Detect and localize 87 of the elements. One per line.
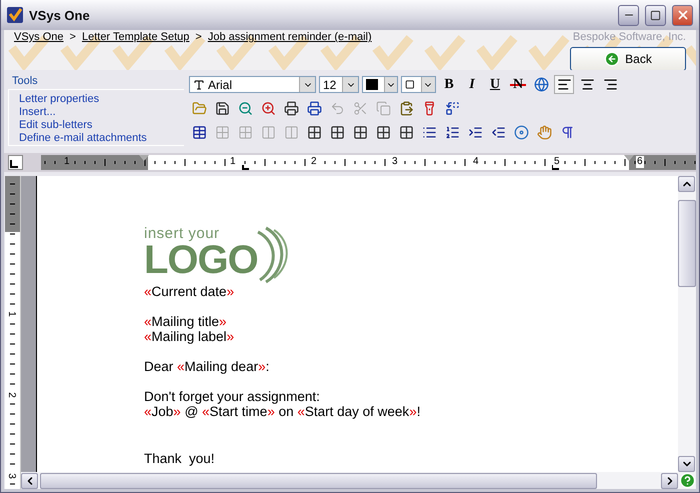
tool-link[interactable]: Letter properties (19, 93, 184, 106)
letter-line: «Job» @ «Start time» on «Start day of week»! (144, 404, 420, 419)
tab-marker[interactable] (552, 164, 560, 170)
align-left-button[interactable] (554, 75, 574, 94)
italic-button[interactable]: I (462, 75, 482, 94)
grid-icon (306, 125, 322, 140)
scroll-up-button[interactable] (678, 176, 695, 192)
breadcrumb-link[interactable]: VSys One (14, 31, 64, 43)
size-select[interactable]: 12 (319, 76, 359, 93)
letter-line: «Mailing title» (144, 314, 227, 329)
breadcrumb-link[interactable]: Letter Template Setup (82, 31, 190, 43)
zoom-out-icon (238, 101, 252, 116)
color-swatch (366, 79, 378, 90)
align-left-icon (556, 77, 572, 92)
save-icon (214, 101, 230, 116)
globe-icon (534, 77, 548, 92)
preview-icon (306, 101, 322, 116)
minimize-button[interactable] (618, 4, 639, 26)
letter-line: Thank you! (144, 451, 215, 466)
letter-line: «Mailing label» (144, 329, 234, 344)
bullets-icon (422, 125, 436, 140)
scroll-thumb[interactable] (678, 200, 696, 287)
font-select[interactable]: Arial (189, 76, 316, 93)
scroll-left-button[interactable] (21, 472, 38, 488)
indent-marker[interactable] (624, 155, 634, 161)
logo-tagline: insert your (144, 226, 221, 241)
hand-icon (536, 125, 552, 140)
grid-icon (330, 125, 344, 140)
grid-icon (398, 125, 414, 140)
tab-stop-icon (9, 160, 18, 169)
maximize-button[interactable] (645, 4, 666, 26)
outdent-icon (490, 125, 506, 140)
help-icon[interactable] (678, 472, 696, 489)
breadcrumb-link[interactable]: Job assignment reminder (e-mail) (208, 31, 372, 43)
ruler-number: 5 (553, 156, 561, 168)
ruler-number: 1 (63, 156, 71, 168)
copy-icon (376, 101, 390, 116)
breadcrumb-separator: > (195, 31, 202, 43)
print-icon (284, 101, 298, 116)
back-button[interactable]: Back (570, 47, 686, 70)
tool-link[interactable]: Define e-mail attachments (19, 132, 184, 145)
align-right-icon (602, 77, 618, 92)
color-select[interactable] (362, 76, 398, 93)
border-icon (405, 79, 415, 90)
grid-icon (376, 125, 390, 140)
columns-icon (260, 125, 276, 140)
paste-icon (398, 101, 414, 116)
checkmark-logo-icon (7, 7, 23, 23)
breadcrumb-separator: > (70, 31, 76, 43)
letter-line: Dear «Mailing dear»: (144, 359, 270, 374)
ruler-number: 6 (636, 156, 644, 168)
scroll-down-button[interactable] (678, 456, 695, 472)
zoom-in-icon (260, 101, 276, 116)
company-name: Bespoke Software, Inc. (572, 31, 686, 43)
indent-icon (468, 125, 482, 140)
grid-icon (214, 125, 230, 140)
border-select[interactable] (401, 76, 436, 93)
align-center-icon (580, 77, 594, 92)
pilcrow-icon (560, 125, 574, 140)
tab-stop-button[interactable] (8, 155, 23, 170)
tool-link[interactable]: Insert... (19, 106, 184, 119)
tab-marker[interactable] (242, 164, 250, 170)
table-icon (192, 125, 206, 140)
tools-heading: Tools (11, 74, 39, 89)
maximize-icon (650, 10, 661, 20)
scroll-thumb[interactable] (40, 472, 597, 488)
bold-button[interactable]: B (439, 75, 459, 94)
close-button[interactable] (672, 4, 693, 26)
cut-icon (352, 101, 368, 116)
close-icon (676, 8, 690, 22)
replace-icon (444, 101, 460, 116)
scroll-right-button[interactable] (661, 472, 678, 488)
tool-link[interactable]: Edit sub-letters (19, 119, 184, 132)
window-title: VSys One (29, 8, 91, 22)
letter-line: Don't forget your assignment: (144, 389, 320, 404)
underline-button[interactable]: U (485, 75, 505, 94)
undo-icon (330, 101, 344, 116)
logo-text: LOGO (144, 241, 258, 279)
numbers-icon (444, 125, 460, 140)
open-icon (192, 101, 206, 116)
columns-icon (284, 125, 298, 140)
letter-line: «Current date» (144, 284, 234, 299)
font-icon (193, 78, 205, 90)
indent-marker[interactable] (139, 155, 149, 161)
grid-icon (352, 125, 368, 140)
grid-icon (238, 125, 252, 140)
disc-icon (514, 125, 528, 140)
